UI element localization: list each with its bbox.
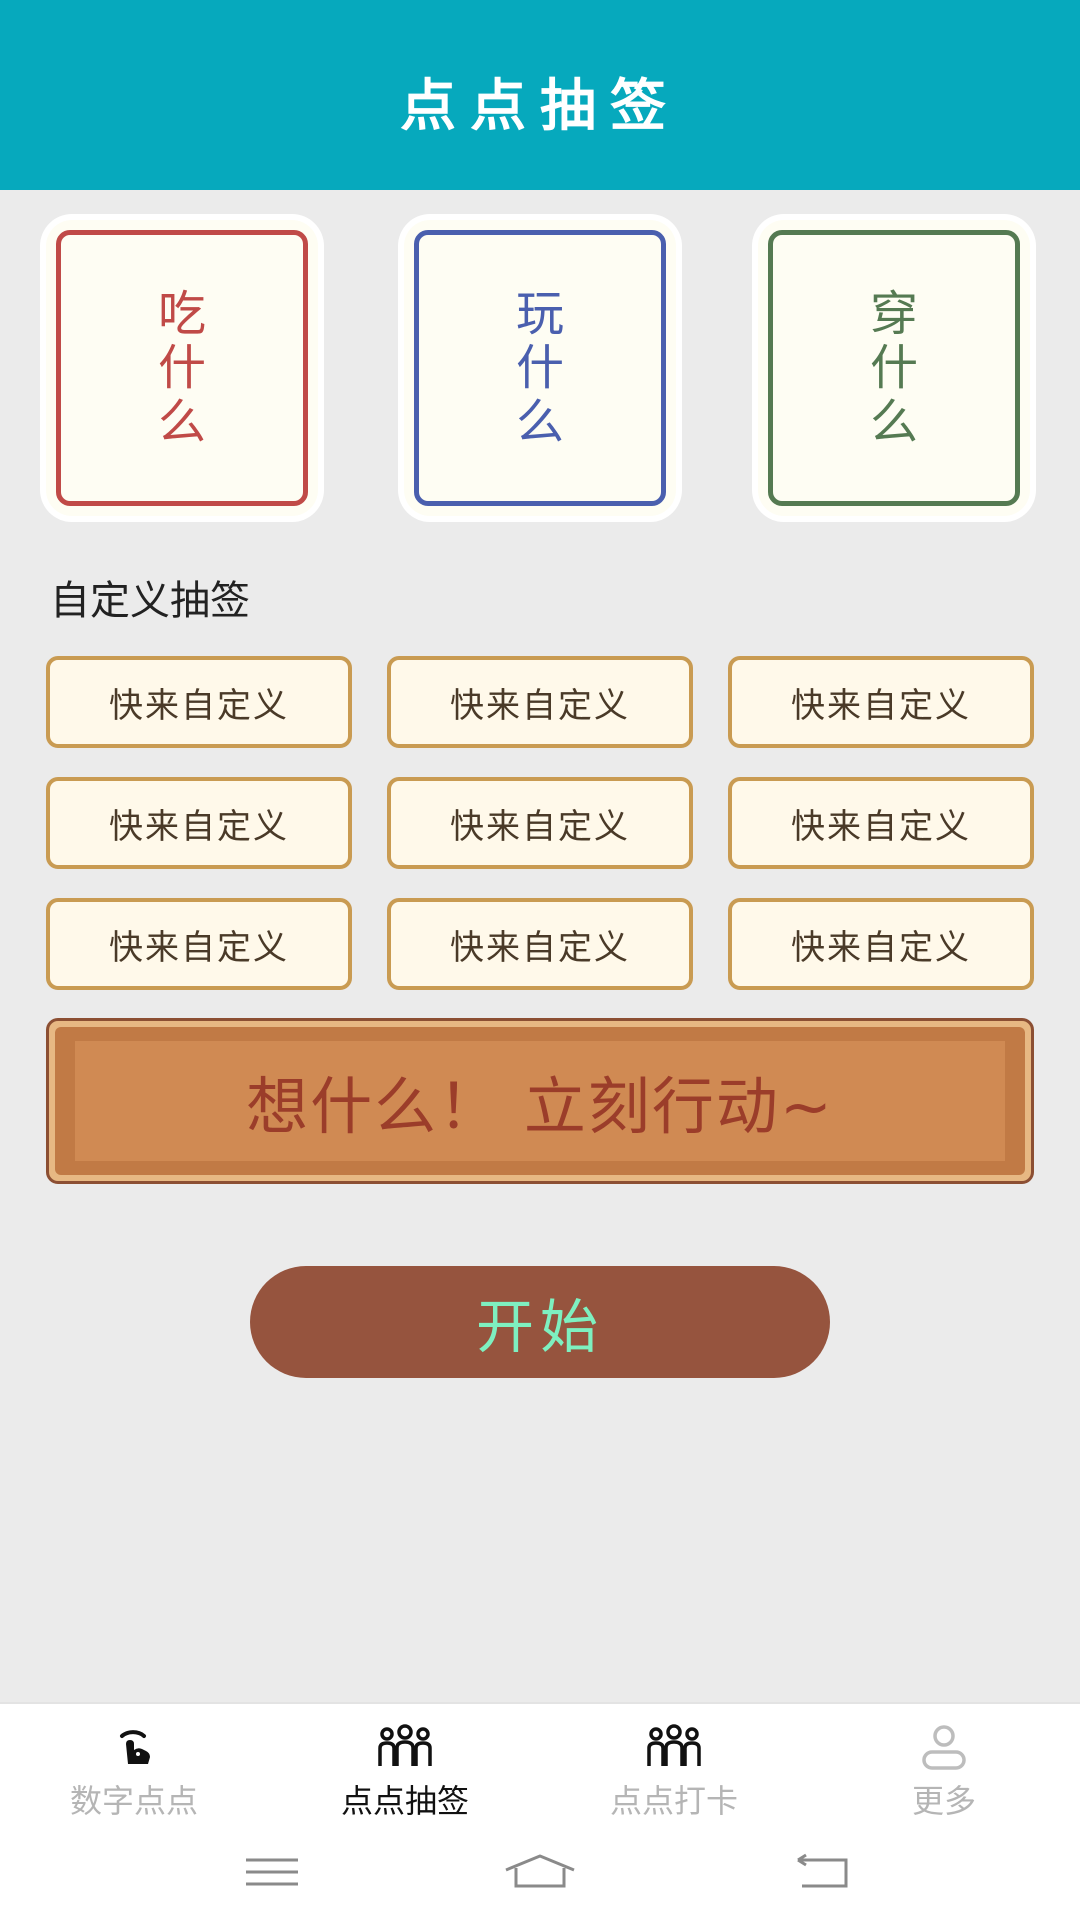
tab-digit-tap[interactable]: 数字点点 xyxy=(24,1724,244,1824)
category-card-eat[interactable]: 吃什么 xyxy=(46,220,318,516)
category-frame: 穿什么 xyxy=(768,230,1020,506)
category-label: 穿什么 xyxy=(869,286,918,450)
custom-lottery-button[interactable]: 快来自定义 xyxy=(46,656,352,748)
tab-label: 更多 xyxy=(911,1782,976,1820)
custom-lottery-button[interactable]: 快来自定义 xyxy=(46,777,352,869)
tab-lottery[interactable]: 点点抽签 xyxy=(295,1724,515,1824)
start-button[interactable]: 开始 xyxy=(250,1266,830,1378)
people-icon xyxy=(378,1724,432,1766)
custom-lottery-button[interactable]: 快来自定义 xyxy=(728,898,1034,990)
back-icon[interactable] xyxy=(784,1850,864,1894)
category-card-wear[interactable]: 穿什么 xyxy=(758,220,1030,516)
category-label: 玩什么 xyxy=(515,286,564,450)
tap-icon xyxy=(120,1730,150,1764)
home-icon[interactable] xyxy=(500,1850,580,1894)
custom-lottery-button[interactable]: 快来自定义 xyxy=(387,656,693,748)
custom-lottery-button[interactable]: 快来自定义 xyxy=(46,898,352,990)
banner-frame: 想什么！ 立刻行动~ xyxy=(55,1027,1025,1175)
category-card-play[interactable]: 玩什么 xyxy=(404,220,676,516)
tab-label: 点点抽签 xyxy=(340,1782,469,1820)
custom-lottery-button[interactable]: 快来自定义 xyxy=(728,656,1034,748)
banner-text: 想什么！ 立刻行动~ xyxy=(75,1041,1005,1161)
bottom-tab-bar: 数字点点 点点抽签 点点打卡 更多 xyxy=(0,1702,1080,1822)
category-row: 吃什么 玩什么 穿什么 xyxy=(0,220,1080,520)
result-banner: 想什么！ 立刻行动~ xyxy=(46,1018,1034,1184)
section-title: 自定义抽签 xyxy=(50,578,250,624)
custom-lottery-button[interactable]: 快来自定义 xyxy=(387,777,693,869)
app-header: 点点抽签 xyxy=(0,0,1080,190)
menu-icon[interactable] xyxy=(232,1850,312,1894)
user-icon xyxy=(922,1725,966,1770)
tab-label: 数字点点 xyxy=(69,1782,198,1820)
tab-check-in[interactable]: 点点打卡 xyxy=(564,1724,784,1824)
custom-lottery-button[interactable]: 快来自定义 xyxy=(387,898,693,990)
system-nav-bar xyxy=(0,1822,1080,1920)
page-title: 点点抽签 xyxy=(400,73,680,139)
tab-more[interactable]: 更多 xyxy=(834,1724,1054,1824)
tab-label: 点点打卡 xyxy=(609,1782,738,1820)
custom-lottery-button[interactable]: 快来自定义 xyxy=(728,777,1034,869)
people-icon xyxy=(647,1724,701,1766)
category-label: 吃什么 xyxy=(157,286,206,450)
category-frame: 吃什么 xyxy=(56,230,308,506)
category-frame: 玩什么 xyxy=(414,230,666,506)
